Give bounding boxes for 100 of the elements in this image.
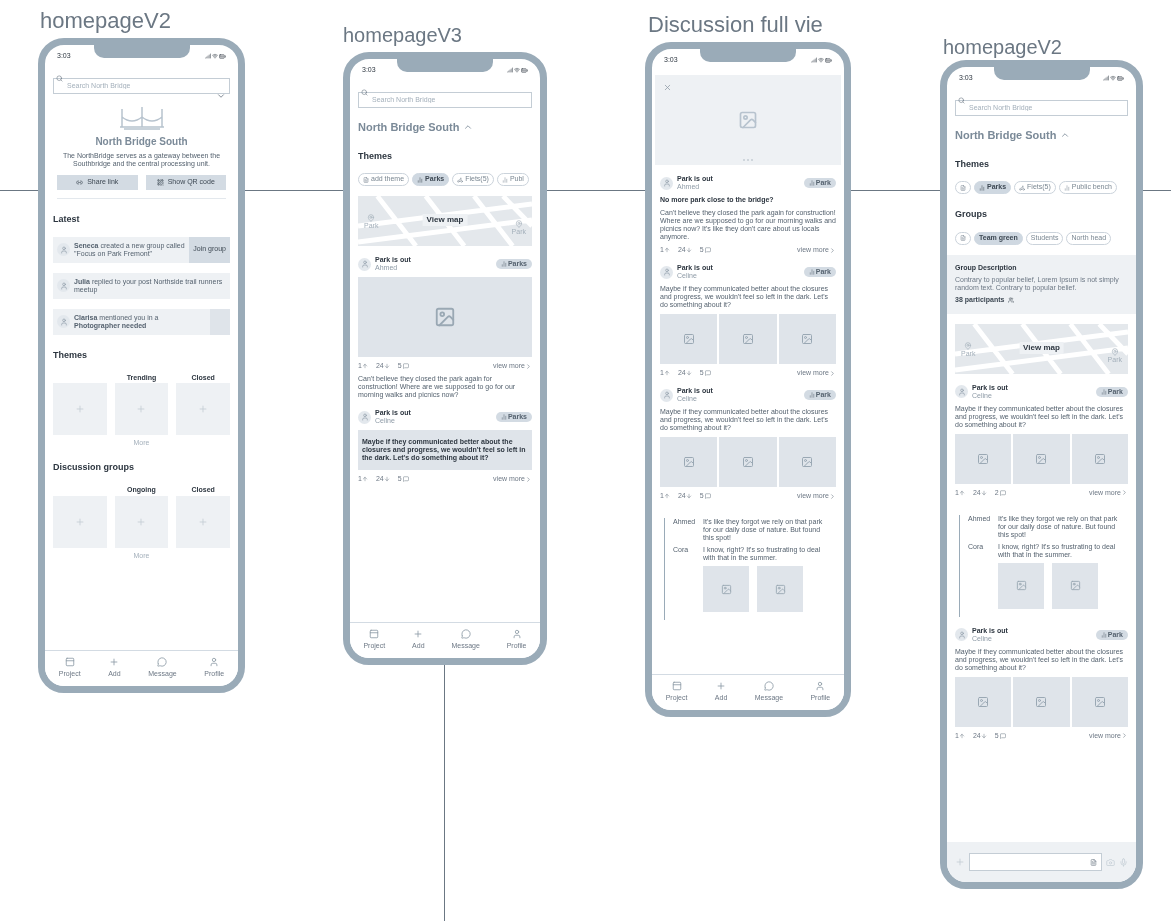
chat-bubble-icon [460, 629, 471, 640]
avatar-icon [660, 176, 673, 190]
add-tile[interactable] [114, 495, 169, 548]
bar-chart-icon [1100, 388, 1107, 395]
plus-icon [716, 681, 727, 692]
arrow-down-icon [980, 489, 987, 496]
section-heading: Latest [52, 213, 81, 226]
chevron-right-icon [829, 492, 836, 500]
camera-icon[interactable] [1106, 857, 1115, 867]
arrow-up-icon [958, 489, 965, 496]
document-icon [363, 176, 369, 183]
image-icon [720, 583, 732, 595]
battery-icon [521, 66, 528, 74]
panel-icon [671, 681, 682, 692]
section-heading: Themes [52, 348, 88, 362]
add-tile[interactable] [53, 495, 107, 548]
image-icon [1093, 452, 1106, 465]
arrow-up-icon [663, 493, 670, 499]
add-tile[interactable] [176, 383, 230, 435]
wifi-icon [212, 53, 218, 59]
bar-chart-icon [1063, 184, 1070, 191]
panel-icon [64, 657, 75, 668]
chat-bubble-icon [763, 681, 774, 692]
bar-chart-icon [808, 392, 815, 398]
image-icon [1035, 452, 1048, 465]
chat-bubble-icon [157, 657, 168, 668]
bar-chart-icon [979, 184, 985, 191]
section-heading: Discussion groups [52, 461, 135, 474]
add-tile[interactable] [114, 383, 169, 435]
chevron-down-icon[interactable] [216, 91, 226, 101]
avatar-icon [358, 257, 371, 271]
signal-icon [507, 67, 513, 73]
comment-icon [999, 732, 1006, 739]
bar-chart-icon [417, 176, 424, 183]
image-icon [1093, 695, 1106, 708]
wifi-icon [514, 67, 520, 73]
avatar-icon [660, 265, 673, 279]
arrow-up-icon [663, 247, 670, 253]
add-tile[interactable] [176, 495, 230, 548]
plus-icon[interactable] [955, 857, 965, 867]
avatar-icon [955, 628, 968, 641]
artboard-title: Discussion full vie [648, 11, 823, 39]
place-title: North Bridge South [955, 128, 1057, 143]
plus-icon [198, 404, 209, 414]
bridge-icon [119, 105, 164, 131]
signal-icon [205, 53, 211, 59]
comment-icon [704, 247, 711, 253]
arrow-up-icon [361, 363, 368, 369]
plus-icon [198, 516, 209, 527]
mic-icon[interactable] [1119, 857, 1128, 867]
bar-chart-icon [501, 176, 508, 183]
battery-icon [1117, 74, 1124, 82]
bar-chart-icon [808, 269, 815, 275]
plus-icon [74, 516, 85, 527]
comment-icon [402, 363, 409, 369]
map-pin-icon [964, 341, 973, 350]
user-icon [511, 629, 522, 640]
link-icon [76, 179, 84, 186]
image-icon [1035, 695, 1048, 708]
image-icon [738, 110, 758, 130]
plus-icon [136, 516, 147, 527]
chevron-right-icon [1121, 732, 1128, 739]
comment-icon [402, 476, 409, 482]
image-icon [801, 333, 814, 345]
arrow-down-icon [685, 247, 692, 253]
chevron-right-icon [829, 246, 836, 254]
user-icon [209, 657, 220, 668]
section-heading: Groups [954, 208, 988, 221]
artboard-title: homepageV3 [343, 23, 462, 48]
avatar-icon [57, 279, 70, 292]
section-heading: Themes [357, 149, 393, 163]
image-icon [1069, 580, 1081, 591]
add-tile[interactable] [53, 383, 107, 435]
panel-icon [369, 629, 380, 640]
avatar-icon [57, 243, 70, 256]
map-pin-icon [367, 214, 376, 222]
image-icon [434, 306, 456, 328]
arrow-down-icon [685, 370, 692, 376]
image-icon [682, 456, 695, 468]
section-heading: Themes [954, 157, 990, 171]
search-icon [958, 97, 965, 104]
arrow-down-icon [383, 363, 390, 369]
bar-chart-icon [808, 180, 815, 186]
message-field[interactable] [969, 853, 1102, 871]
avatar-icon [57, 315, 70, 328]
close-icon[interactable] [663, 83, 672, 92]
view-map-button[interactable]: View map [422, 214, 468, 226]
chevron-right-icon [525, 475, 532, 483]
signal-icon [811, 57, 817, 63]
bike-icon [457, 176, 464, 183]
arrow-down-icon [685, 493, 692, 499]
artboard-title: homepageV2 [943, 35, 1062, 60]
place-title: North Bridge South [358, 120, 460, 135]
bike-icon [1019, 184, 1026, 191]
image-icon [801, 456, 814, 468]
wifi-icon [1110, 75, 1116, 81]
document-icon[interactable] [1090, 858, 1097, 866]
search-icon [361, 89, 368, 96]
image-icon [774, 583, 786, 595]
chevron-right-icon [1121, 489, 1128, 496]
